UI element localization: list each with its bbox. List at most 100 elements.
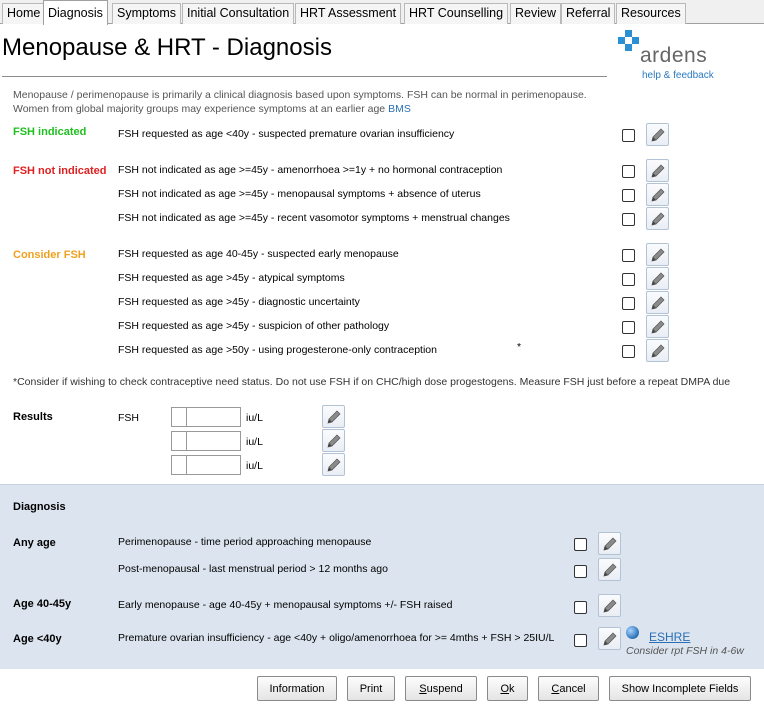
fsh-not-indicated-edit-button-1[interactable]	[646, 159, 669, 182]
pencil-icon	[603, 537, 617, 551]
perimenopause-checkbox[interactable]	[574, 538, 587, 551]
pencil-icon	[603, 563, 617, 577]
age-40-45-label: Age 40-45y	[13, 598, 72, 610]
consider-fsh-checkbox-1[interactable]	[622, 249, 635, 262]
intro-line-2: Women from global majority groups may ex…	[13, 103, 411, 115]
post-menopausal-checkbox[interactable]	[574, 565, 587, 578]
perimenopause-edit-button[interactable]	[598, 532, 621, 555]
consider-fsh-checkbox-2[interactable]	[622, 273, 635, 286]
poi-checkbox[interactable]	[574, 634, 587, 647]
post-menopausal-row: Post-menopausal - last menstrual period …	[118, 563, 388, 575]
fsh-not-indicated-row-1: FSH not indicated as age >=45y - amenorr…	[118, 164, 503, 176]
fsh-edit-button-2[interactable]	[322, 429, 345, 452]
fsh-flag-box-1[interactable]	[171, 407, 187, 427]
tab-home[interactable]: Home	[2, 3, 46, 24]
post-menopausal-edit-button[interactable]	[598, 558, 621, 581]
information-button[interactable]: Information	[257, 676, 337, 701]
pencil-icon	[603, 599, 617, 613]
page-title: Menopause & HRT - Diagnosis	[2, 34, 332, 61]
tab-review[interactable]: Review	[510, 3, 561, 24]
consider-fsh-edit-button-1[interactable]	[646, 243, 669, 266]
print-button[interactable]: Print	[347, 676, 395, 701]
logo-name: ardens	[640, 44, 708, 67]
intro-line-1: Menopause / perimenopause is primarily a…	[13, 89, 587, 101]
fsh-edit-button-3[interactable]	[322, 453, 345, 476]
tab-diagnosis[interactable]: Diagnosis	[43, 0, 108, 25]
fsh-indicated-row-1: FSH requested as age <40y - suspected pr…	[118, 128, 455, 140]
consider-fsh-row-3: FSH requested as age >45y - diagnostic u…	[118, 296, 360, 308]
pencil-icon	[327, 458, 341, 472]
poi-edit-button[interactable]	[598, 627, 621, 650]
tab-hrt-assessment[interactable]: HRT Assessment	[295, 3, 402, 24]
tab-referral[interactable]: Referral	[561, 3, 616, 24]
consider-fsh-row-5: FSH requested as age >50y - using proges…	[118, 344, 437, 356]
consider-fsh-checkbox-3[interactable]	[622, 297, 635, 310]
perimenopause-row: Perimenopause - time period approaching …	[118, 536, 372, 548]
pencil-icon	[651, 188, 665, 202]
fsh-indicated-checkbox-1[interactable]	[622, 129, 635, 142]
fsh-not-indicated-edit-button-3[interactable]	[646, 207, 669, 230]
pencil-icon	[651, 248, 665, 262]
pencil-icon	[651, 272, 665, 286]
consider-fsh-row-4: FSH requested as age >45y - suspicion of…	[118, 320, 390, 332]
any-age-label: Any age	[13, 537, 56, 549]
fsh-flag-box-2[interactable]	[171, 431, 187, 451]
consider-fsh-checkbox-4[interactable]	[622, 321, 635, 334]
pencil-icon	[651, 320, 665, 334]
globe-icon[interactable]	[626, 626, 639, 639]
show-incomplete-fields-button[interactable]: Show Incomplete Fields	[609, 676, 751, 701]
consider-fsh-edit-button-5[interactable]	[646, 339, 669, 362]
pencil-icon	[651, 212, 665, 226]
results-label: Results	[13, 411, 53, 423]
consider-fsh-label: Consider FSH	[13, 249, 86, 261]
fsh-not-indicated-checkbox-1[interactable]	[622, 165, 635, 178]
tab-initial-consultation[interactable]: Initial Consultation	[182, 3, 295, 24]
pencil-icon	[327, 434, 341, 448]
eshre-link[interactable]: ESHRE	[649, 630, 690, 644]
fsh-label: FSH	[118, 412, 139, 424]
help-feedback-link[interactable]: help & feedback	[642, 70, 714, 81]
fsh-flag-box-3[interactable]	[171, 455, 187, 475]
fsh-value-input-2[interactable]	[186, 431, 241, 451]
poi-row: Premature ovarian insufficiency - age <4…	[118, 632, 555, 644]
early-menopause-checkbox[interactable]	[574, 601, 587, 614]
fsh-unit-3: iu/L	[246, 460, 263, 472]
tab-resources[interactable]: Resources	[616, 3, 686, 24]
bms-link[interactable]: BMS	[388, 103, 411, 115]
asterisk-marker: *	[517, 341, 522, 353]
fsh-not-indicated-row-2: FSH not indicated as age >=45y - menopau…	[118, 188, 481, 200]
tab-symptoms[interactable]: Symptoms	[112, 3, 182, 24]
tab-hrt-counselling[interactable]: HRT Counselling	[404, 3, 509, 24]
fsh-not-indicated-edit-button-2[interactable]	[646, 183, 669, 206]
fsh-not-indicated-label: FSH not indicated	[13, 165, 107, 177]
pencil-icon	[651, 296, 665, 310]
fsh-not-indicated-row-3: FSH not indicated as age >=45y - recent …	[118, 212, 510, 224]
tab-bar: Home Diagnosis Symptoms Initial Consulta…	[0, 0, 764, 25]
footnote: *Consider if wishing to check contracept…	[13, 376, 731, 388]
title-divider	[2, 76, 607, 77]
suspend-button[interactable]: Suspend	[405, 676, 477, 701]
fsh-edit-button-1[interactable]	[322, 405, 345, 428]
cancel-button[interactable]: Cancel	[538, 676, 599, 701]
fsh-indicated-edit-button-1[interactable]	[646, 123, 669, 146]
consider-fsh-edit-button-4[interactable]	[646, 315, 669, 338]
early-menopause-row: Early menopause - age 40-45y + menopausa…	[118, 599, 453, 611]
consider-fsh-edit-button-2[interactable]	[646, 267, 669, 290]
fsh-value-input-3[interactable]	[186, 455, 241, 475]
consider-fsh-row-2: FSH requested as age >45y - atypical sym…	[118, 272, 345, 284]
pencil-icon	[651, 344, 665, 358]
ardens-logo[interactable]: ardens help & feedback	[616, 30, 726, 84]
fsh-not-indicated-checkbox-3[interactable]	[622, 213, 635, 226]
fsh-unit-2: iu/L	[246, 436, 263, 448]
fsh-indicated-label: FSH indicated	[13, 126, 87, 138]
fsh-not-indicated-checkbox-2[interactable]	[622, 189, 635, 202]
pencil-icon	[651, 164, 665, 178]
early-menopause-edit-button[interactable]	[598, 594, 621, 617]
ok-button[interactable]: Ok	[487, 676, 528, 701]
fsh-unit-1: iu/L	[246, 412, 263, 424]
fsh-value-input-1[interactable]	[186, 407, 241, 427]
age-under-40-label: Age <40y	[13, 633, 62, 645]
consider-fsh-checkbox-5[interactable]	[622, 345, 635, 358]
consider-fsh-edit-button-3[interactable]	[646, 291, 669, 314]
consider-fsh-row-1: FSH requested as age 40-45y - suspected …	[118, 248, 399, 260]
